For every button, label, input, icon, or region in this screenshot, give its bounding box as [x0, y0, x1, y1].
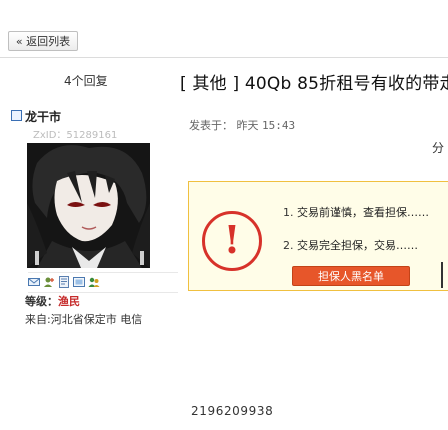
group-icon[interactable]	[88, 276, 100, 288]
notice-line-2-number: 2.	[283, 239, 294, 252]
mail-icon[interactable]	[28, 276, 40, 288]
avatar[interactable]	[27, 143, 150, 268]
reply-count: 4个回复	[64, 74, 108, 88]
post-time-clock: 15:43	[262, 119, 296, 132]
notice-line-1-number: 1.	[283, 206, 294, 219]
avatar-image	[27, 143, 150, 268]
notice-edge-mark	[441, 262, 443, 288]
author-name[interactable]: 龙干市	[25, 108, 61, 125]
truncated-edge-text: 分	[432, 141, 445, 155]
notice-line-2-text: 交易完全担保，交易……	[297, 239, 418, 252]
post-time-day: 昨天	[236, 119, 259, 132]
author-location: 来自:河北省保定市 电信	[25, 313, 143, 326]
warning-exclamation-icon: !	[223, 217, 241, 262]
top-divider	[0, 57, 448, 58]
author-rank: 等级：渔民	[25, 293, 80, 309]
author-zx-id: ZxID：51289161	[33, 130, 118, 141]
post-content: 2196209938	[191, 404, 274, 418]
profile-icon[interactable]	[58, 276, 70, 288]
rank-label: 等级：	[25, 295, 58, 308]
add-friend-icon[interactable]	[43, 276, 55, 288]
author-flag-icon	[11, 110, 22, 121]
notice-line-1-text: 交易前谨慎，查看担保……	[297, 206, 429, 219]
notice-line-2: 2. 交易完全担保，交易……	[283, 237, 418, 253]
post-title: [ 其他 ] 40Qb 85折租号有收的带走	[180, 74, 448, 94]
notice-line-1: 1. 交易前谨慎，查看担保……	[283, 204, 429, 220]
post-time: 发表于： 昨天 15:43	[189, 117, 295, 133]
post-time-label: 发表于：	[189, 119, 233, 132]
rank-value: 渔民	[58, 295, 80, 308]
user-action-icons	[28, 276, 100, 290]
guarantor-blacklist-button[interactable]: 担保人黑名单	[292, 266, 410, 286]
album-icon[interactable]	[73, 276, 85, 288]
avatar-divider	[28, 272, 178, 273]
back-to-list-button[interactable]: « 返回列表	[8, 31, 78, 51]
